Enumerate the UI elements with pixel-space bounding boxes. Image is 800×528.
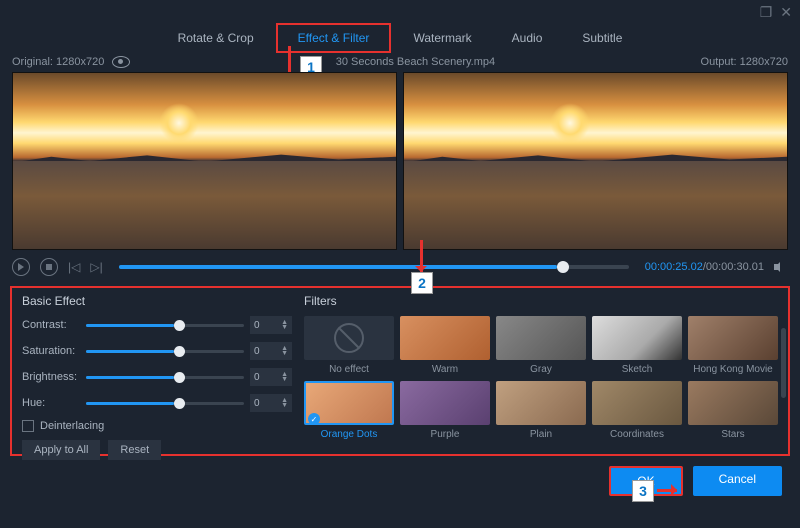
volume-icon[interactable] [774,260,788,274]
preview-original [12,72,397,250]
next-frame-button[interactable]: ▷| [90,260,102,274]
play-button[interactable] [12,258,30,276]
brightness-label: Brightness: [22,371,80,383]
tab-rotate-crop[interactable]: Rotate & Crop [158,25,274,51]
annotation-arrow-2 [420,240,423,272]
deinterlacing-checkbox[interactable]: Deinterlacing [22,420,292,432]
brightness-value[interactable]: 0▲▼ [250,368,292,386]
cancel-button[interactable]: Cancel [693,466,782,496]
filter-orange-dots[interactable]: ✓Orange Dots [304,381,394,440]
preview-area [0,72,800,250]
titlebar: ❐ ✕ [0,0,800,24]
filters-section: Filters No effect Warm Gray Sketch Hong … [304,294,778,446]
filter-purple[interactable]: Purple [400,381,490,440]
meta-bar: Original: 1280x720 30 Seconds Beach Scen… [0,52,800,72]
timeline-slider[interactable] [119,265,629,269]
reset-button[interactable]: Reset [108,440,161,460]
brightness-slider[interactable] [86,376,244,379]
hue-label: Hue: [22,397,80,409]
effect-panel: Basic Effect Contrast: 0▲▼ Saturation: 0▲▼… [10,286,790,456]
filter-plain[interactable]: Plain [496,381,586,440]
original-resolution: Original: 1280x720 [12,56,104,68]
contrast-slider[interactable] [86,324,244,327]
filter-scrollbar[interactable] [781,328,786,398]
annotation-2: 2 [411,272,433,294]
basic-effect-title: Basic Effect [22,294,292,308]
tab-effect-filter[interactable]: Effect & Filter [276,23,392,53]
filter-coordinates[interactable]: Coordinates [592,381,682,440]
check-icon: ✓ [308,413,320,425]
filter-warm[interactable]: Warm [400,316,490,375]
filter-hong-kong[interactable]: Hong Kong Movie [688,316,778,375]
contrast-label: Contrast: [22,319,80,331]
filter-gray[interactable]: Gray [496,316,586,375]
output-resolution: Output: 1280x720 [701,56,788,68]
annotation-3: 3 [632,480,654,502]
playback-controls: |◁ ▷| 00:00:25.02/00:00:30.01 [0,250,800,284]
prev-frame-button[interactable]: |◁ [68,260,80,274]
tab-audio[interactable]: Audio [492,25,563,51]
contrast-value[interactable]: 0▲▼ [250,316,292,334]
maximize-icon[interactable]: ❐ [760,4,773,21]
basic-effect-section: Basic Effect Contrast: 0▲▼ Saturation: 0▲▼… [22,294,292,446]
filename: 30 Seconds Beach Scenery.mp4 [336,56,495,68]
annotation-arrow-3 [657,489,677,492]
close-icon[interactable]: ✕ [780,4,792,21]
hue-slider[interactable] [86,402,244,405]
filter-no-effect[interactable]: No effect [304,316,394,375]
saturation-value[interactable]: 0▲▼ [250,342,292,360]
saturation-label: Saturation: [22,345,80,357]
tab-watermark[interactable]: Watermark [393,25,491,51]
apply-to-all-button[interactable]: Apply to All [22,440,100,460]
eye-icon[interactable] [112,56,130,68]
filters-title: Filters [304,294,778,308]
time-display: 00:00:25.02/00:00:30.01 [645,261,764,273]
filter-sketch[interactable]: Sketch [592,316,682,375]
preview-output [403,72,788,250]
hue-value[interactable]: 0▲▼ [250,394,292,412]
tab-subtitle[interactable]: Subtitle [562,25,642,51]
saturation-slider[interactable] [86,350,244,353]
filter-stars[interactable]: Stars [688,381,778,440]
stop-button[interactable] [40,258,58,276]
tab-bar: Rotate & Crop Effect & Filter Watermark … [0,24,800,52]
